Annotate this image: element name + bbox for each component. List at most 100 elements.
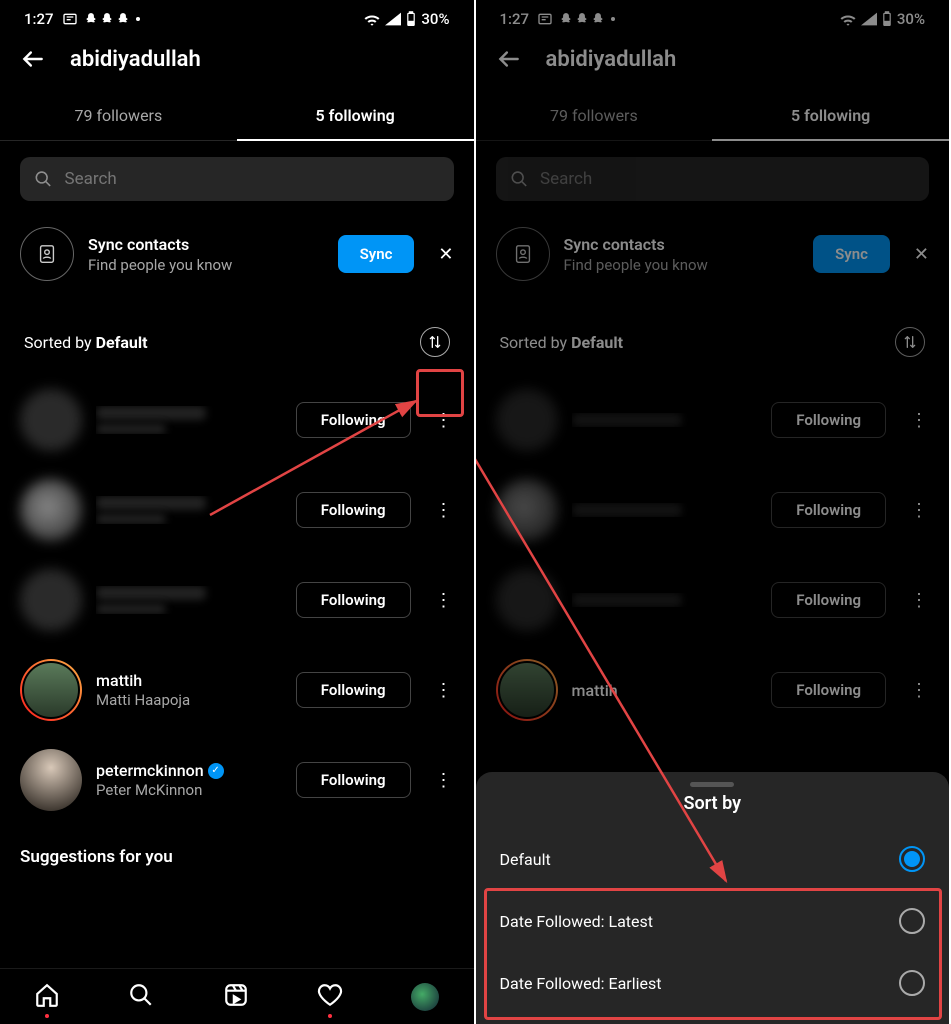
battery-percent: 30% xyxy=(421,10,449,28)
sync-contacts-row: Sync contacts Find people you know Sync … xyxy=(476,213,950,299)
sorted-label: Sorted by Default xyxy=(24,333,148,352)
back-arrow-icon[interactable] xyxy=(496,46,522,72)
sort-option-label: Date Followed: Earliest xyxy=(500,974,662,993)
search-input[interactable] xyxy=(65,169,440,189)
avatar xyxy=(496,569,558,631)
user-name: Matti Haapoja xyxy=(96,691,282,709)
heart-icon xyxy=(317,982,343,1008)
list-item[interactable]: Following ⋮ xyxy=(20,555,454,645)
wifi-icon xyxy=(363,12,381,26)
sync-contacts-row: Sync contacts Find people you know Sync … xyxy=(0,213,474,299)
sync-title: Sync contacts xyxy=(564,235,800,254)
sheet-handle[interactable] xyxy=(690,782,734,787)
sheet-title: Sort by xyxy=(476,793,950,828)
following-button[interactable]: Following xyxy=(296,762,411,798)
list-item[interactable]: Following ⋮ xyxy=(496,375,930,465)
avatar xyxy=(20,479,82,541)
search-bar[interactable] xyxy=(496,157,930,201)
sync-title: Sync contacts xyxy=(88,235,324,254)
tab-following[interactable]: 5 following xyxy=(237,92,474,141)
tab-followers[interactable]: 79 followers xyxy=(476,92,713,141)
following-button[interactable]: Following xyxy=(296,402,411,438)
back-arrow-icon[interactable] xyxy=(20,46,46,72)
nav-home[interactable] xyxy=(34,982,60,1012)
battery-icon xyxy=(881,11,893,27)
nav-profile[interactable] xyxy=(411,983,439,1011)
search-bar[interactable] xyxy=(20,157,454,201)
sort-button[interactable] xyxy=(420,327,450,357)
reels-icon xyxy=(223,982,249,1008)
radio-icon xyxy=(899,908,925,934)
user-handle: mattih xyxy=(96,671,282,690)
snapchat-icons xyxy=(84,12,130,26)
tabs: 79 followers 5 following xyxy=(0,92,474,141)
tab-followers[interactable]: 79 followers xyxy=(0,92,237,141)
more-icon[interactable]: ⋮ xyxy=(435,590,454,611)
avatar xyxy=(496,479,558,541)
more-icon[interactable]: ⋮ xyxy=(910,500,929,521)
more-icon[interactable]: ⋮ xyxy=(910,410,929,431)
sort-option-earliest[interactable]: Date Followed: Earliest xyxy=(476,952,950,1014)
signal-icon xyxy=(385,12,401,26)
status-time: 1:27 xyxy=(500,10,530,28)
page-title: abidiyadullah xyxy=(70,47,201,72)
following-button[interactable]: Following xyxy=(771,402,886,438)
list-item[interactable]: mattih Following ⋮ xyxy=(496,645,930,735)
search-input[interactable] xyxy=(540,169,915,189)
following-button[interactable]: Following xyxy=(771,492,886,528)
bottom-nav xyxy=(0,968,474,1024)
status-time: 1:27 xyxy=(24,10,54,28)
profile-avatar-icon xyxy=(411,983,439,1011)
avatar[interactable] xyxy=(20,749,82,811)
list-item[interactable]: petermckinnon✓ Peter McKinnon Following … xyxy=(20,735,454,825)
sort-button[interactable] xyxy=(895,327,925,357)
nav-activity[interactable] xyxy=(317,982,343,1012)
radio-icon xyxy=(899,970,925,996)
list-item[interactable]: Following ⋮ xyxy=(20,375,454,465)
user-name: Peter McKinnon xyxy=(96,781,282,799)
following-button[interactable]: Following xyxy=(296,492,411,528)
nav-reels[interactable] xyxy=(223,982,249,1012)
more-icon[interactable]: ⋮ xyxy=(435,410,454,431)
sort-option-default[interactable]: Default xyxy=(476,828,950,890)
sort-icon xyxy=(427,334,443,350)
following-button[interactable]: Following xyxy=(296,582,411,618)
close-icon[interactable]: ✕ xyxy=(914,244,929,265)
list-item[interactable]: Following ⋮ xyxy=(496,465,930,555)
following-button[interactable]: Following xyxy=(771,582,886,618)
sync-button[interactable]: Sync xyxy=(338,235,415,273)
avatar xyxy=(20,569,82,631)
list-item[interactable]: mattih Matti Haapoja Following ⋮ xyxy=(20,645,454,735)
list-item[interactable]: Following ⋮ xyxy=(496,555,930,645)
tab-following[interactable]: 5 following xyxy=(712,92,949,141)
list-item[interactable]: Following ⋮ xyxy=(20,465,454,555)
more-icon[interactable]: ⋮ xyxy=(910,680,929,701)
search-icon xyxy=(128,982,154,1008)
more-icon[interactable]: ⋮ xyxy=(910,590,929,611)
more-icon[interactable]: ⋮ xyxy=(435,770,454,791)
status-bar: 1:27 30% xyxy=(476,0,950,32)
sync-subtitle: Find people you know xyxy=(564,256,800,274)
sort-option-latest[interactable]: Date Followed: Latest xyxy=(476,890,950,952)
sort-option-label: Date Followed: Latest xyxy=(500,912,654,931)
avatar xyxy=(20,389,82,451)
phone-left: 1:27 30% abidiyadullah 79 followers 5 fo… xyxy=(0,0,476,1024)
close-icon[interactable]: ✕ xyxy=(438,244,453,265)
avatar[interactable] xyxy=(496,659,558,721)
sync-button[interactable]: Sync xyxy=(813,235,890,273)
contacts-icon xyxy=(496,227,550,281)
more-icon[interactable]: ⋮ xyxy=(435,680,454,701)
sort-icon xyxy=(902,334,918,350)
user-handle: petermckinnon xyxy=(96,761,204,780)
nav-search[interactable] xyxy=(128,982,154,1012)
more-icon[interactable]: ⋮ xyxy=(435,500,454,521)
wifi-icon xyxy=(839,12,857,26)
avatar[interactable] xyxy=(20,659,82,721)
user-handle: mattih xyxy=(572,681,758,700)
following-button[interactable]: Following xyxy=(771,672,886,708)
following-button[interactable]: Following xyxy=(296,672,411,708)
battery-icon xyxy=(405,11,417,27)
contacts-icon xyxy=(20,227,74,281)
header: abidiyadullah xyxy=(476,32,950,92)
search-icon xyxy=(34,169,53,189)
